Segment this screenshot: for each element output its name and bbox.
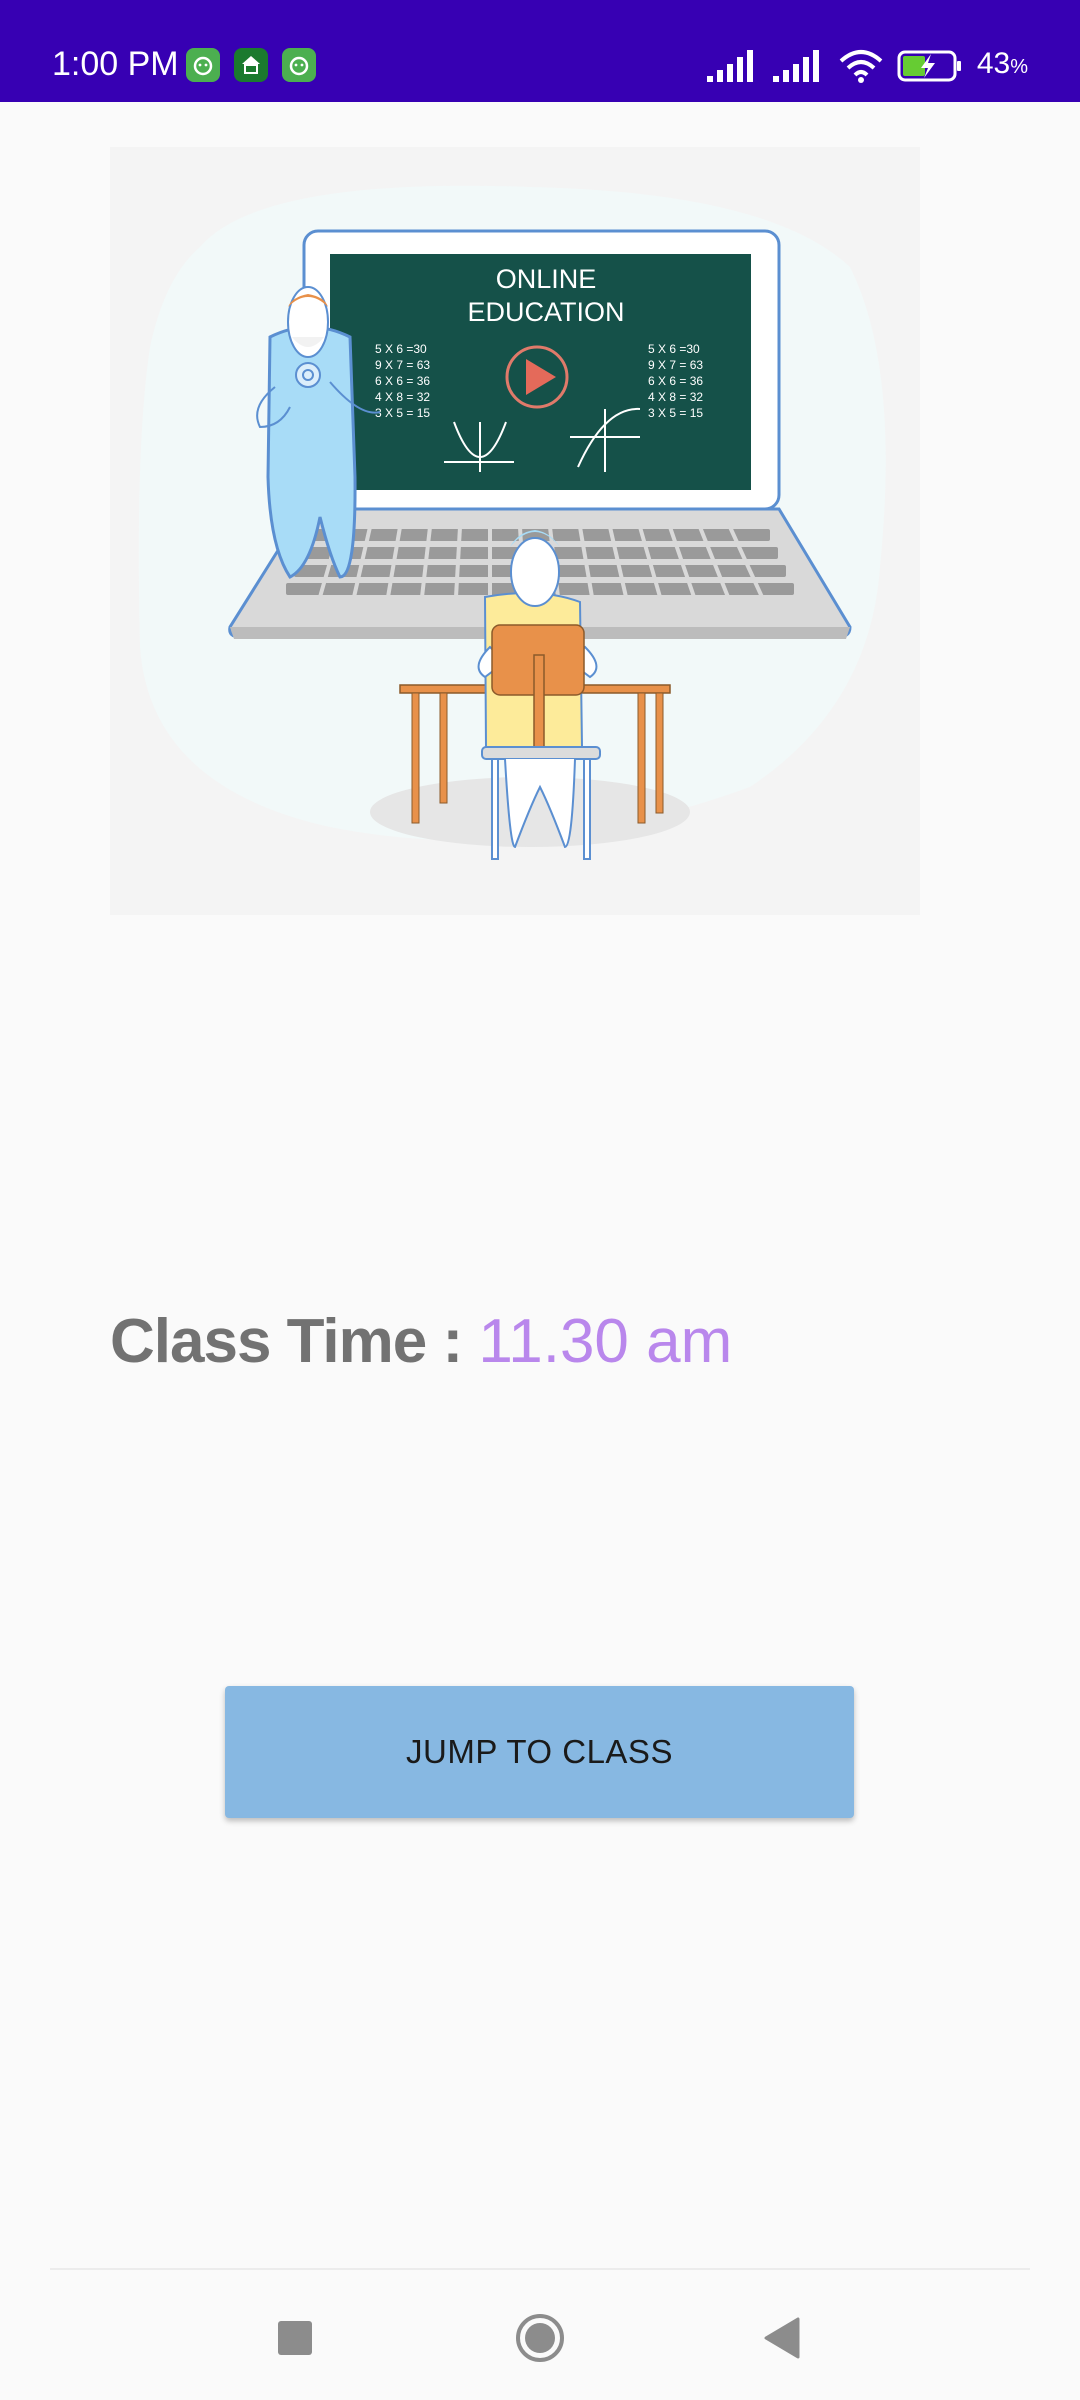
board-equation: 6 X 6 = 36	[375, 374, 430, 388]
jump-to-class-button[interactable]: JUMP TO CLASS	[225, 1686, 854, 1818]
class-time: Class Time : 11.30 am	[110, 1302, 732, 1382]
signal-icon	[772, 49, 819, 82]
play-icon	[505, 345, 569, 409]
shelter-app-icon	[234, 48, 268, 82]
battery-charging-icon	[897, 50, 961, 81]
board-equation: 9 X 7 = 63	[375, 358, 430, 372]
board-equation: 3 X 5 = 15	[648, 406, 703, 420]
home-button[interactable]	[500, 2298, 580, 2378]
board-equation: 9 X 7 = 63	[648, 358, 703, 372]
signal-icon	[706, 49, 753, 82]
back-icon	[764, 2317, 800, 2359]
illustration-graphic: ONLINE EDUCATION 5 X 6 =30 9 X 7 = 63 6 …	[138, 185, 886, 860]
board-equation: 6 X 6 = 36	[648, 374, 703, 388]
board-equation: 5 X 6 =30	[375, 342, 427, 356]
board-equation: 5 X 6 =30	[648, 342, 700, 356]
home-icon	[516, 2314, 564, 2362]
board-equation: 3 X 5 = 15	[375, 406, 430, 420]
recent-apps-button[interactable]	[255, 2298, 335, 2378]
class-time-value: 11.30 am	[478, 1307, 733, 1376]
notification-icons	[186, 48, 316, 82]
battery-percentage: 43%	[976, 47, 1028, 80]
status-bar: 1:00 PM 43%	[0, 0, 1080, 102]
class-time-label: Class Time :	[110, 1307, 479, 1376]
online-education-illustration: ONLINE EDUCATION 5 X 6 =30 9 X 7 = 63 6 …	[110, 147, 920, 915]
status-time: 1:00 PM	[52, 45, 179, 83]
status-right: 43%	[706, 44, 1028, 87]
android-app-icon	[282, 48, 316, 82]
board-title-line1: ONLINE	[496, 264, 597, 294]
board-title-line2: EDUCATION	[467, 297, 624, 327]
board-equation: 4 X 8 = 32	[375, 390, 430, 404]
android-app-icon	[186, 48, 220, 82]
back-button[interactable]	[742, 2298, 822, 2378]
wifi-icon	[839, 49, 883, 83]
board-equation: 4 X 8 = 32	[648, 390, 703, 404]
navigation-bar	[0, 2270, 1080, 2400]
recent-apps-icon	[278, 2321, 312, 2355]
